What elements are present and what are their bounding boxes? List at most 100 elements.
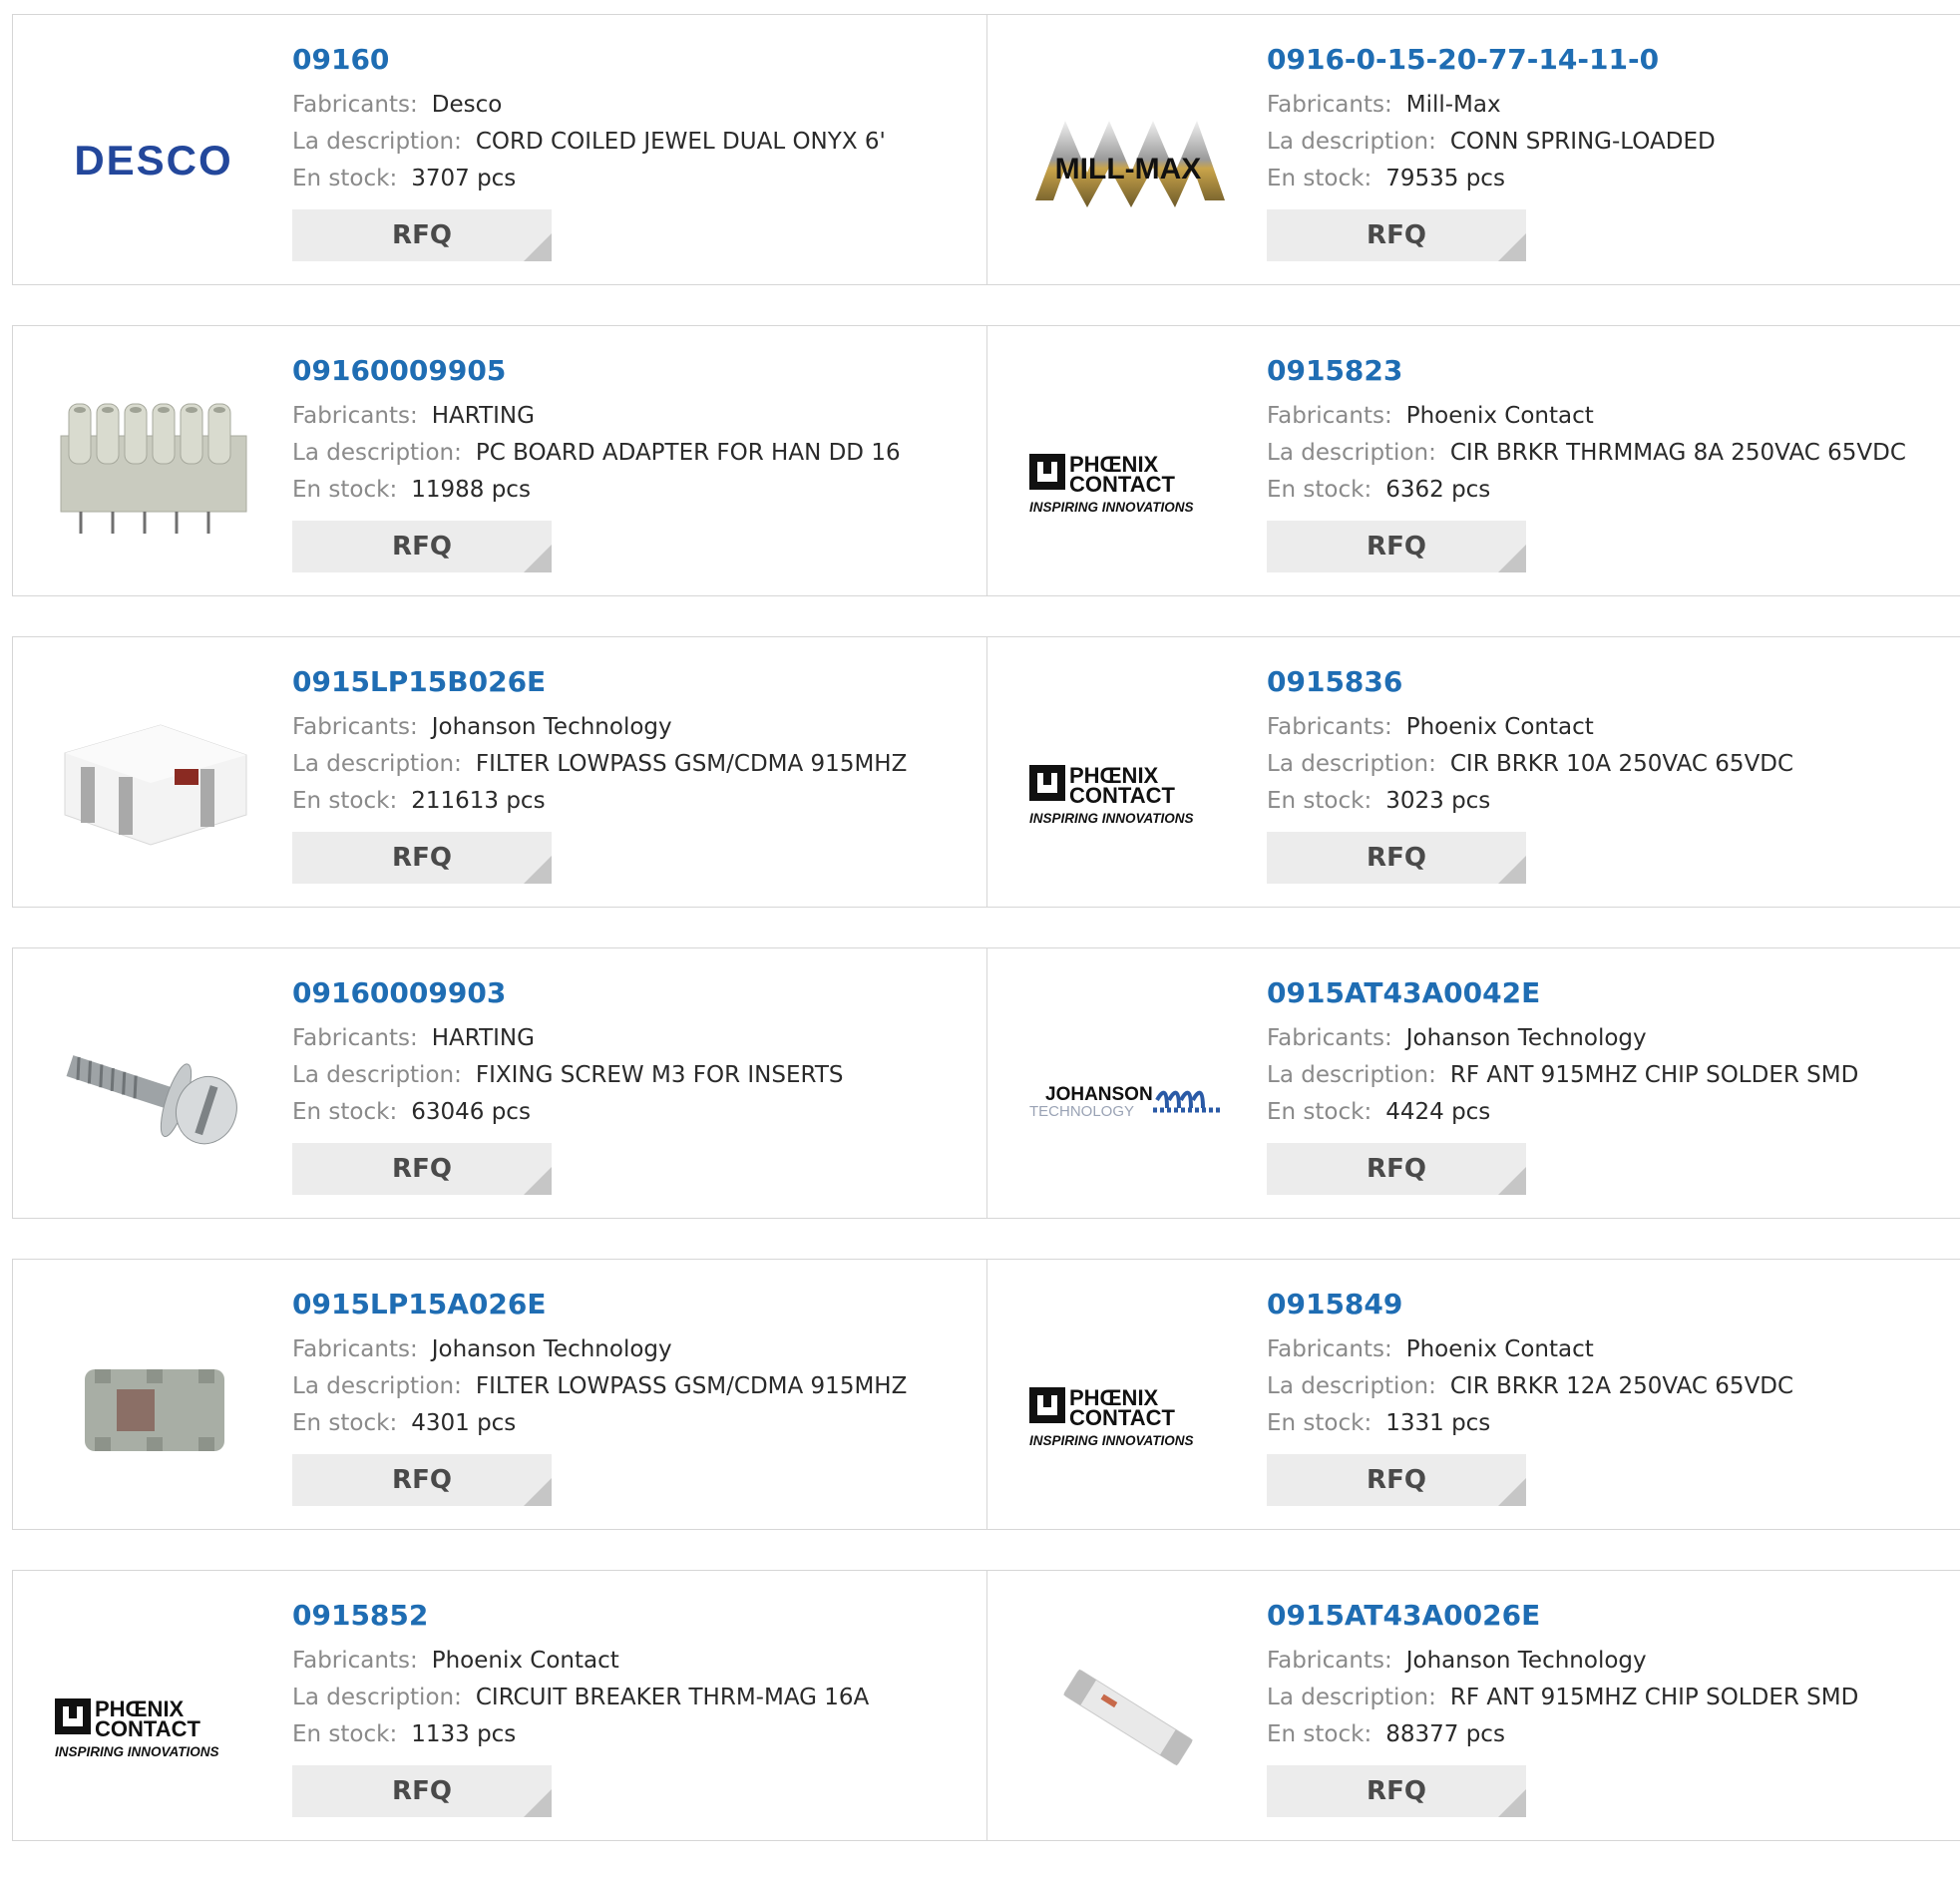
rfq-button[interactable]: RFQ bbox=[1267, 209, 1526, 261]
stock-label: En stock: bbox=[292, 1721, 398, 1747]
part-number-link[interactable]: 0915AT43A0026E bbox=[1267, 1599, 1950, 1633]
manufacturer-line: Fabricants: Phoenix Contact bbox=[1267, 709, 1950, 746]
stock-label: En stock: bbox=[292, 1099, 398, 1125]
stock-value: 11988 pcs bbox=[411, 477, 531, 503]
description-line: La description: RF ANT 915MHZ CHIP SOLDER… bbox=[1267, 1057, 1950, 1094]
manufacturer-label: Fabricants: bbox=[1267, 1025, 1392, 1051]
part-number-link[interactable]: 0915823 bbox=[1267, 354, 1950, 388]
manufacturer-label: Fabricants: bbox=[292, 92, 418, 118]
manufacturer-line: Fabricants: Johanson Technology bbox=[1267, 1020, 1950, 1057]
manufacturer-label: Fabricants: bbox=[292, 1025, 418, 1051]
product-info: 0915849 Fabricants: Phoenix Contact La de… bbox=[1267, 1288, 1950, 1506]
phoenix-logo-line2: CONTACT bbox=[95, 1716, 200, 1741]
description-label: La description: bbox=[1267, 1685, 1436, 1710]
phoenix-logo-line2: CONTACT bbox=[1069, 1405, 1175, 1430]
rfq-button[interactable]: RFQ bbox=[292, 1454, 552, 1506]
manufacturer-line: Fabricants: HARTING bbox=[292, 1020, 977, 1057]
antenna-chip-photo[interactable] bbox=[1025, 1629, 1231, 1806]
description-line: La description: CIR BRKR 10A 250VAC 65VDC bbox=[1267, 746, 1950, 783]
product-info: 09160009903 Fabricants: HARTING La descri… bbox=[292, 976, 977, 1195]
stock-value: 1133 pcs bbox=[411, 1721, 517, 1747]
manufacturer-label: Fabricants: bbox=[1267, 403, 1392, 429]
description-value: CORD COILED JEWEL DUAL ONYX 6' bbox=[475, 129, 886, 155]
part-number-link[interactable]: 0915LP15B026E bbox=[292, 665, 977, 699]
description-value: FIXING SCREW M3 FOR INSERTS bbox=[475, 1062, 844, 1088]
rfq-button[interactable]: RFQ bbox=[1267, 1765, 1526, 1817]
stock-label: En stock: bbox=[1267, 788, 1372, 814]
rfq-button[interactable]: RFQ bbox=[292, 209, 552, 261]
desco-logo[interactable]: DESCO bbox=[51, 73, 256, 250]
product-row: 09160009903 Fabricants: HARTING La descri… bbox=[12, 947, 1960, 1219]
part-number-link[interactable]: 0915AT43A0042E bbox=[1267, 976, 1950, 1010]
small-chip-photo[interactable] bbox=[51, 1317, 256, 1495]
stock-value: 3707 pcs bbox=[411, 166, 517, 191]
phoenix-logo-line2: CONTACT bbox=[1069, 783, 1175, 808]
manufacturer-label: Fabricants: bbox=[1267, 1336, 1392, 1362]
description-value: CONN SPRING-LOADED bbox=[1449, 129, 1716, 155]
rfq-button[interactable]: RFQ bbox=[1267, 1143, 1526, 1195]
description-value: CIR BRKR THRMMAG 8A 250VAC 65VDC bbox=[1449, 440, 1906, 466]
description-value: CIR BRKR 10A 250VAC 65VDC bbox=[1449, 751, 1794, 777]
phoenix-logo[interactable]: PHŒNIX CONTACT INSPIRING INNOVATIONS bbox=[1025, 695, 1231, 873]
manufacturer-line: Fabricants: Johanson Technology bbox=[1267, 1643, 1950, 1680]
stock-label: En stock: bbox=[292, 788, 398, 814]
product-row: DESCO 09160 Fabricants: Desco La descript… bbox=[12, 14, 1960, 285]
stock-label: En stock: bbox=[1267, 1721, 1372, 1747]
manufacturer-value: Phoenix Contact bbox=[1405, 403, 1594, 429]
product-card: 0915AT43A0026E Fabricants: Johanson Techn… bbox=[986, 1571, 1960, 1840]
manufacturer-label: Fabricants: bbox=[292, 1648, 418, 1674]
part-number-link[interactable]: 09160009905 bbox=[292, 354, 977, 388]
desco-logo-text: DESCO bbox=[74, 137, 232, 184]
product-card: 09160009903 Fabricants: HARTING La descri… bbox=[13, 948, 986, 1218]
screw-photo[interactable] bbox=[51, 1006, 256, 1184]
connector-adapter-photo[interactable] bbox=[51, 384, 256, 562]
description-line: La description: RF ANT 915MHZ CHIP SOLDER… bbox=[1267, 1680, 1950, 1716]
part-number-link[interactable]: 09160 bbox=[292, 43, 977, 77]
rfq-button[interactable]: RFQ bbox=[1267, 1454, 1526, 1506]
description-value: PC BOARD ADAPTER FOR HAN DD 16 bbox=[475, 440, 901, 466]
stock-line: En stock: 6362 pcs bbox=[1267, 472, 1950, 509]
part-number-link[interactable]: 0916-0-15-20-77-14-11-0 bbox=[1267, 43, 1950, 77]
chip-filter-photo[interactable] bbox=[51, 695, 256, 873]
part-number-link[interactable]: 0915852 bbox=[292, 1599, 977, 1633]
product-row: 0915LP15B026E Fabricants: Johanson Techno… bbox=[12, 636, 1960, 908]
stock-value: 4424 pcs bbox=[1385, 1099, 1491, 1125]
product-card: PHŒNIX CONTACT INSPIRING INNOVATIONS 091… bbox=[13, 1571, 986, 1840]
description-line: La description: CONN SPRING-LOADED bbox=[1267, 124, 1950, 161]
description-line: La description: PC BOARD ADAPTER FOR HAN … bbox=[292, 435, 977, 472]
manufacturer-label: Fabricants: bbox=[1267, 1648, 1392, 1674]
manufacturer-label: Fabricants: bbox=[1267, 92, 1392, 118]
part-number-link[interactable]: 0915849 bbox=[1267, 1288, 1950, 1321]
rfq-button[interactable]: RFQ bbox=[292, 1143, 552, 1195]
stock-value: 88377 pcs bbox=[1385, 1721, 1505, 1747]
manufacturer-line: Fabricants: Mill-Max bbox=[1267, 87, 1950, 124]
rfq-button[interactable]: RFQ bbox=[1267, 832, 1526, 884]
part-number-link[interactable]: 0915LP15A026E bbox=[292, 1288, 977, 1321]
millmax-logo-text: MILL-MAX bbox=[1055, 153, 1202, 186]
manufacturer-value: Phoenix Contact bbox=[1405, 1336, 1594, 1362]
phoenix-logo[interactable]: PHŒNIX CONTACT INSPIRING INNOVATIONS bbox=[1025, 1317, 1231, 1495]
description-label: La description: bbox=[292, 440, 462, 466]
rfq-button[interactable]: RFQ bbox=[1267, 521, 1526, 572]
phoenix-logo[interactable]: PHŒNIX CONTACT INSPIRING INNOVATIONS bbox=[51, 1629, 256, 1806]
rfq-button[interactable]: RFQ bbox=[292, 1765, 552, 1817]
manufacturer-line: Fabricants: Johanson Technology bbox=[292, 1331, 977, 1368]
millmax-logo[interactable]: MILL-MAX bbox=[1025, 73, 1231, 250]
part-number-link[interactable]: 0915836 bbox=[1267, 665, 1950, 699]
rfq-button[interactable]: RFQ bbox=[292, 832, 552, 884]
rfq-button[interactable]: RFQ bbox=[292, 521, 552, 572]
description-line: La description: FILTER LOWPASS GSM/CDMA 9… bbox=[292, 746, 977, 783]
description-label: La description: bbox=[292, 751, 462, 777]
description-line: La description: CIR BRKR THRMMAG 8A 250VA… bbox=[1267, 435, 1950, 472]
johanson-logo[interactable]: JOHANSON TECHNOLOGY bbox=[1025, 1006, 1231, 1184]
manufacturer-value: HARTING bbox=[431, 1025, 535, 1051]
phoenix-logo[interactable]: PHŒNIX CONTACT INSPIRING INNOVATIONS bbox=[1025, 384, 1231, 562]
part-number-link[interactable]: 09160009903 bbox=[292, 976, 977, 1010]
manufacturer-line: Fabricants: Johanson Technology bbox=[292, 709, 977, 746]
manufacturer-label: Fabricants: bbox=[1267, 714, 1392, 740]
stock-value: 6362 pcs bbox=[1385, 477, 1491, 503]
manufacturer-line: Fabricants: Desco bbox=[292, 87, 977, 124]
manufacturer-value: HARTING bbox=[431, 403, 535, 429]
stock-line: En stock: 3707 pcs bbox=[292, 161, 977, 197]
description-line: La description: FIXING SCREW M3 FOR INSER… bbox=[292, 1057, 977, 1094]
